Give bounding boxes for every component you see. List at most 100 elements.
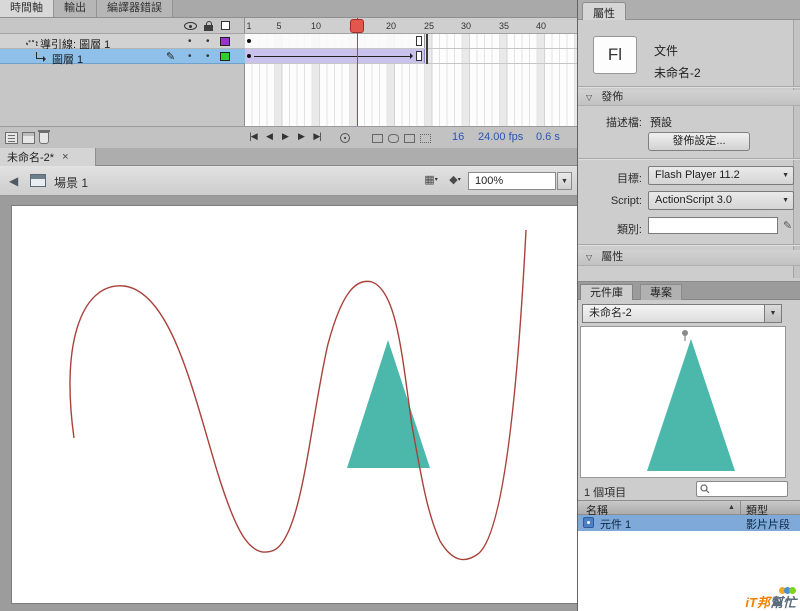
library-document-value: 未命名-2 — [589, 307, 632, 319]
current-frame-counter[interactable]: 16 — [452, 131, 464, 143]
script-label: Script: — [610, 195, 642, 207]
document-tab-label: 未命名-2* — [7, 152, 55, 164]
tween-arrow-line — [254, 56, 412, 57]
profile-label: 描述檔: — [605, 117, 642, 129]
guided-layer-icon — [36, 52, 46, 62]
back-arrow-icon[interactable]: ◀ — [9, 174, 18, 188]
profile-value: 預設 — [650, 117, 672, 129]
delete-layer-button[interactable] — [38, 130, 50, 144]
frame-number: 5 — [276, 21, 282, 31]
layer-visible-dot[interactable]: • — [188, 51, 192, 62]
column-divider[interactable] — [740, 501, 741, 514]
timeline-tabbar: 時間軸 輸出 編譯器錯誤 — [0, 0, 577, 18]
pin-icon[interactable] — [679, 329, 691, 342]
zoom-dropdown-arrow[interactable]: ▼ — [557, 172, 572, 190]
layer-lock-dot[interactable]: • — [206, 36, 210, 47]
target-dropdown[interactable]: Flash Player 11.2 ▼ — [648, 166, 794, 185]
new-folder-button[interactable] — [22, 132, 35, 144]
collapse-triangle-icon[interactable]: ▽ — [586, 90, 592, 105]
motion-guide-path[interactable] — [69, 229, 527, 561]
scene-label: 場景 1 — [54, 176, 89, 190]
tab-timeline[interactable]: 時間軸 — [0, 0, 54, 17]
script-dropdown[interactable]: ActionScript 3.0 ▼ — [648, 191, 794, 210]
script-value: ActionScript 3.0 — [655, 194, 733, 206]
layer-visible-dot[interactable]: • — [188, 36, 192, 47]
layer1-frames[interactable] — [245, 49, 577, 64]
playhead-handle[interactable] — [350, 19, 364, 33]
divider — [578, 158, 800, 159]
layer-name[interactable]: 圖層 1 — [52, 51, 83, 67]
step-back-button[interactable]: ◀ — [262, 130, 276, 143]
sort-ascending-icon[interactable]: ▲ — [728, 504, 735, 511]
keyframe-dot — [247, 39, 251, 43]
lock-icon[interactable] — [204, 21, 213, 31]
frame-number: 10 — [310, 21, 321, 31]
library-document-select[interactable]: 未命名-2 ▼ — [582, 304, 782, 323]
layer-color-swatch[interactable] — [220, 37, 230, 46]
tab-compiler-errors[interactable]: 編譯器錯誤 — [97, 0, 173, 17]
class-input[interactable] — [648, 217, 778, 234]
properties-scrollbar[interactable] — [793, 20, 800, 278]
frame-number: 30 — [460, 21, 471, 31]
properties-section-label: 屬性 — [601, 251, 624, 263]
center-frame-icon[interactable] — [340, 133, 350, 143]
publish-settings-button[interactable]: 發佈設定... — [648, 132, 750, 151]
layer-row-layer1[interactable]: 圖層 1 ✎ • • — [0, 49, 245, 67]
tween-frame-span[interactable] — [245, 49, 425, 63]
tab-properties[interactable]: 屬性 — [582, 2, 626, 20]
triangle-shape[interactable] — [347, 340, 430, 468]
library-item-list[interactable]: 元件 1 影片片段 iT邦幫忙 — [578, 515, 800, 611]
onion-skin-icon[interactable] — [372, 134, 383, 143]
chevron-down-icon[interactable]: ▼ — [764, 304, 782, 323]
collapse-triangle-icon[interactable]: ▽ — [586, 250, 592, 265]
tab-output[interactable]: 輸出 — [54, 0, 97, 17]
edit-symbols-button[interactable]: ◆▾ — [444, 173, 466, 190]
frames-grid[interactable] — [245, 34, 577, 126]
outline-icon[interactable] — [221, 21, 230, 30]
frame-number: 1 — [246, 21, 252, 31]
edit-scene-button[interactable]: ▦▾ — [420, 173, 442, 190]
show-hide-icon[interactable] — [184, 22, 197, 30]
library-search-box[interactable] — [696, 481, 788, 497]
chevron-down-icon: ▼ — [782, 172, 789, 179]
zoom-level-input[interactable]: 100% — [468, 172, 556, 190]
library-item-name[interactable]: 元件 1 — [600, 516, 631, 532]
guide-layer-frames[interactable] — [245, 34, 577, 49]
guide-frame-span[interactable] — [245, 34, 425, 48]
target-value: Flash Player 11.2 — [655, 169, 740, 181]
properties-section-header[interactable]: ▽ 屬性 — [578, 250, 800, 266]
tab-library[interactable]: 元件庫 — [580, 284, 633, 301]
pencil-edit-icon: ✎ — [166, 51, 176, 63]
document-name[interactable]: 未命名-2 — [654, 64, 701, 81]
layer-row-guide[interactable]: 導引線: 圖層 1 • • — [0, 34, 245, 51]
close-icon[interactable]: × — [62, 152, 68, 163]
pencil-icon[interactable]: ✎ — [783, 219, 792, 232]
document-tab[interactable]: 未命名-2* × — [0, 148, 96, 166]
play-button[interactable]: ▶ — [278, 130, 292, 143]
step-forward-button[interactable]: ▶ — [294, 130, 308, 143]
new-layer-button[interactable] — [5, 132, 18, 144]
layer-color-swatch[interactable] — [220, 52, 230, 61]
frames-ruler[interactable]: 1 5 10 15 20 25 30 35 40 — [245, 18, 577, 34]
frames-area[interactable]: 1 5 10 15 20 25 30 35 40 — [245, 18, 577, 126]
pasteboard[interactable] — [0, 196, 577, 611]
end-keyframe-marker — [416, 51, 422, 61]
tab-project[interactable]: 專案 — [640, 284, 682, 301]
divider — [578, 244, 800, 245]
library-column-header: 名稱 ▲ 類型 — [578, 500, 800, 517]
modify-markers-icon[interactable] — [420, 134, 431, 143]
edit-multiple-frames-icon[interactable] — [404, 134, 415, 143]
stage[interactable] — [12, 206, 577, 603]
flash-application-window: 時間軸 輸出 編譯器錯誤 導引線: 圖層 1 • • 圖層 1 ✎ • • 1 … — [0, 0, 800, 611]
item-count-label: 1 個項目 — [584, 487, 627, 499]
library-panel: 未命名-2 ▼ 1 個項目 名稱 ▲ 類型 元件 1 影片片段 iT邦幫忙 — [578, 300, 800, 611]
frame-rate-value[interactable]: 24.00 fps — [478, 131, 523, 143]
go-to-last-frame-button[interactable]: ▶| — [310, 130, 324, 143]
go-to-first-frame-button[interactable]: |◀ — [246, 130, 260, 143]
search-input[interactable] — [713, 482, 783, 496]
layer-lock-dot[interactable]: • — [206, 51, 210, 62]
publish-section-header[interactable]: ▽ 發佈 — [578, 90, 800, 106]
library-item-row[interactable]: 元件 1 影片片段 — [578, 515, 800, 531]
elapsed-time-value: 0.6 s — [536, 131, 560, 143]
onion-skin-outline-icon[interactable] — [388, 134, 399, 143]
